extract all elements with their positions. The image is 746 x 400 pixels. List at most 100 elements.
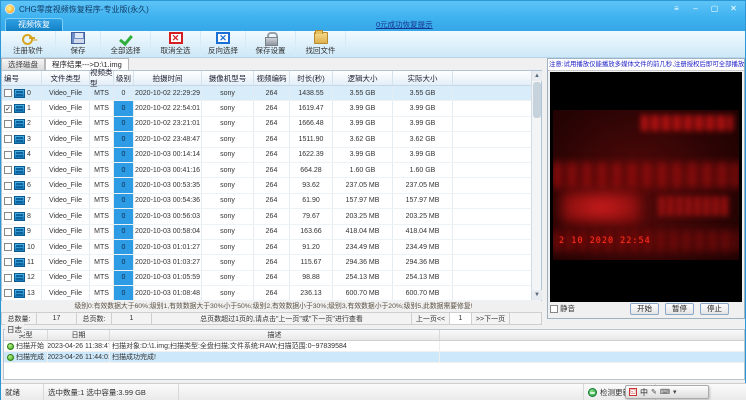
red-x-icon: ✕ (169, 32, 183, 44)
table-row[interactable]: 12Video_FileMTS02020-10-03 01:05:59sony2… (2, 271, 541, 286)
table-row[interactable]: 5Video_FileMTS02020-10-03 00:41:16sony26… (2, 163, 541, 178)
row-id: 0 (27, 90, 31, 97)
cell-camera-model: sony (202, 209, 254, 223)
row-id: 4 (27, 151, 31, 158)
next-page-button[interactable]: >>下一页 (472, 313, 510, 324)
col-header-actual-size[interactable]: 实际大小 (393, 71, 453, 85)
col-header-id[interactable]: 编号 (2, 71, 42, 85)
row-checkbox[interactable] (4, 135, 12, 143)
tab-video-recovery[interactable]: 视频恢复 (5, 18, 63, 31)
table-row[interactable]: ✓1Video_FileMTS02020-10-02 22:54:01sony2… (2, 101, 541, 116)
row-checkbox[interactable] (4, 243, 12, 251)
results-table: 编号 文件类型 视频类型 级别 拍摄时间 摄像机型号 视频编码 时长(秒) 逻辑… (1, 70, 542, 301)
table-row[interactable]: 4Video_FileMTS02020-10-03 00:14:14sony26… (2, 148, 541, 163)
row-checkbox[interactable] (4, 274, 12, 282)
menu-icon[interactable]: ≡ (669, 3, 684, 14)
table-row[interactable]: 11Video_FileMTS02020-10-03 01:03:27sony2… (2, 255, 541, 270)
ime-keyboard-icon[interactable]: ⌨ (660, 388, 670, 396)
log-col-desc[interactable]: 描述 (110, 330, 440, 340)
table-row[interactable]: 10Video_FileMTS02020-10-03 01:01:27sony2… (2, 240, 541, 255)
deselect-all-button[interactable]: ✕ 取消全选 (151, 31, 201, 57)
table-scrollbar[interactable]: ▲ ▼ (531, 71, 541, 300)
stop-button[interactable]: 停止 (700, 303, 729, 315)
row-checkbox[interactable] (4, 289, 12, 297)
log-row[interactable]: 扫描完成 2023-04-26 11:44:01 扫描成功完成! (4, 352, 744, 363)
cell-file-type: Video_File (42, 225, 90, 239)
ime-language-indicator[interactable]: 中 (640, 387, 648, 398)
promo-link[interactable]: 0元成功恢复提示 (376, 19, 433, 30)
cell-codec: 264 (254, 255, 290, 269)
start-button[interactable]: 开始 (630, 303, 659, 315)
minimize-icon[interactable]: – (688, 3, 703, 14)
table-row[interactable]: 13Video_FileMTS02020-10-03 01:08:48sony2… (2, 286, 541, 301)
prev-page-button[interactable]: 上一页<< (412, 313, 450, 324)
col-header-filetype[interactable]: 文件类型 (42, 71, 90, 85)
scroll-down-icon[interactable]: ▼ (532, 290, 542, 300)
table-row[interactable]: 8Video_FileMTS02020-10-03 00:56:03sony26… (2, 209, 541, 224)
page-number-input[interactable]: 1 (450, 313, 472, 324)
table-row[interactable]: 2Video_FileMTS02020-10-02 23:21:01sony26… (2, 117, 541, 132)
ime-more-icon[interactable]: ▾ (673, 388, 677, 396)
mute-checkbox-box[interactable] (550, 305, 558, 313)
scroll-thumb[interactable] (533, 82, 541, 118)
cell-file-type: Video_File (42, 148, 90, 162)
tab-select-disk[interactable]: 选择磁盘 (1, 58, 45, 70)
row-checkbox[interactable] (4, 182, 12, 190)
pause-button[interactable]: 暂停 (665, 303, 694, 315)
table-row[interactable]: 6Video_FileMTS02020-10-03 00:53:35sony26… (2, 178, 541, 193)
ime-pen-icon[interactable]: ✎ (651, 388, 657, 396)
log-col-date[interactable]: 日期 (48, 330, 110, 340)
row-checkbox[interactable] (4, 166, 12, 174)
cell-shoot-time: 2020-10-03 00:41:16 (134, 163, 202, 177)
cell-video-type: MTS (90, 209, 114, 223)
save-settings-button[interactable]: 保存设置 (246, 31, 296, 57)
video-preview-screen[interactable]: 2 10 2020 22:54 (550, 72, 742, 302)
find-files-button[interactable]: 找回文件 (296, 31, 346, 57)
row-checkbox[interactable]: ✓ (4, 105, 12, 113)
col-header-camera[interactable]: 摄像机型号 (202, 71, 254, 85)
invert-selection-button[interactable]: ✕ 反向选择 (201, 31, 246, 57)
ime-toolbar[interactable]: ◱ 中 ✎ ⌨ ▾ (625, 385, 709, 399)
col-header-logical-size[interactable]: 逻辑大小 (333, 71, 393, 85)
cell-shoot-time: 2020-10-03 01:03:27 (134, 255, 202, 269)
table-row[interactable]: 3Video_FileMTS02020-10-02 23:48:47sony26… (2, 132, 541, 147)
video-timestamp: 2 10 2020 22:54 (559, 236, 651, 246)
select-all-button[interactable]: 全部选择 (101, 31, 151, 57)
table-row[interactable]: 9Video_FileMTS02020-10-03 00:58:04sony26… (2, 225, 541, 240)
cell-codec: 264 (254, 178, 290, 192)
tab-scan-result[interactable]: 程序结果--->D:\1.img (45, 58, 129, 70)
col-header-time[interactable]: 拍摄时间 (134, 71, 202, 85)
table-row[interactable]: 7Video_FileMTS02020-10-03 00:54:36sony26… (2, 194, 541, 209)
row-checkbox[interactable] (4, 120, 12, 128)
cell-actual-size: 3.99 GB (393, 101, 453, 115)
cell-duration: 163.66 (290, 225, 333, 239)
col-header-duration[interactable]: 时长(秒) (290, 71, 333, 85)
row-checkbox[interactable] (4, 228, 12, 236)
ime-icon: ◱ (629, 388, 637, 396)
table-row[interactable]: 0Video_FileMTS02020-10-02 22:29:29sony26… (2, 86, 541, 101)
maximize-icon[interactable]: ▢ (707, 3, 722, 14)
row-checkbox[interactable] (4, 212, 12, 220)
close-icon[interactable]: ✕ (726, 3, 741, 14)
tab-row: 视频恢复 0元成功恢复提示 (1, 17, 745, 31)
row-checkbox[interactable] (4, 258, 12, 266)
cell-shoot-time: 2020-10-02 23:48:47 (134, 132, 202, 146)
mute-checkbox[interactable]: 静音 (550, 303, 575, 314)
row-checkbox[interactable] (4, 197, 12, 205)
cell-logical-size: 203.25 MB (333, 209, 393, 223)
col-header-level[interactable]: 级别 (114, 71, 134, 85)
scroll-up-icon[interactable]: ▲ (532, 71, 542, 81)
cell-level: 0 (114, 271, 134, 285)
cell-camera-model: sony (202, 132, 254, 146)
col-header-videotype[interactable]: 视频类型 (90, 71, 114, 85)
log-row[interactable]: 扫描开始 2023-04-26 11:38:47 扫描对象:D:\1.img;扫… (4, 341, 744, 352)
cell-actual-size: 3.55 GB (393, 86, 453, 100)
log-header: 类型 日期 描述 (4, 330, 744, 341)
row-checkbox[interactable] (4, 151, 12, 159)
video-file-icon (14, 196, 25, 205)
register-software-button[interactable]: 注册软件 (1, 31, 56, 57)
save-button[interactable]: 保存 (56, 31, 101, 57)
col-header-codec[interactable]: 视频编码 (254, 71, 290, 85)
row-checkbox[interactable] (4, 89, 12, 97)
cell-video-type: MTS (90, 148, 114, 162)
